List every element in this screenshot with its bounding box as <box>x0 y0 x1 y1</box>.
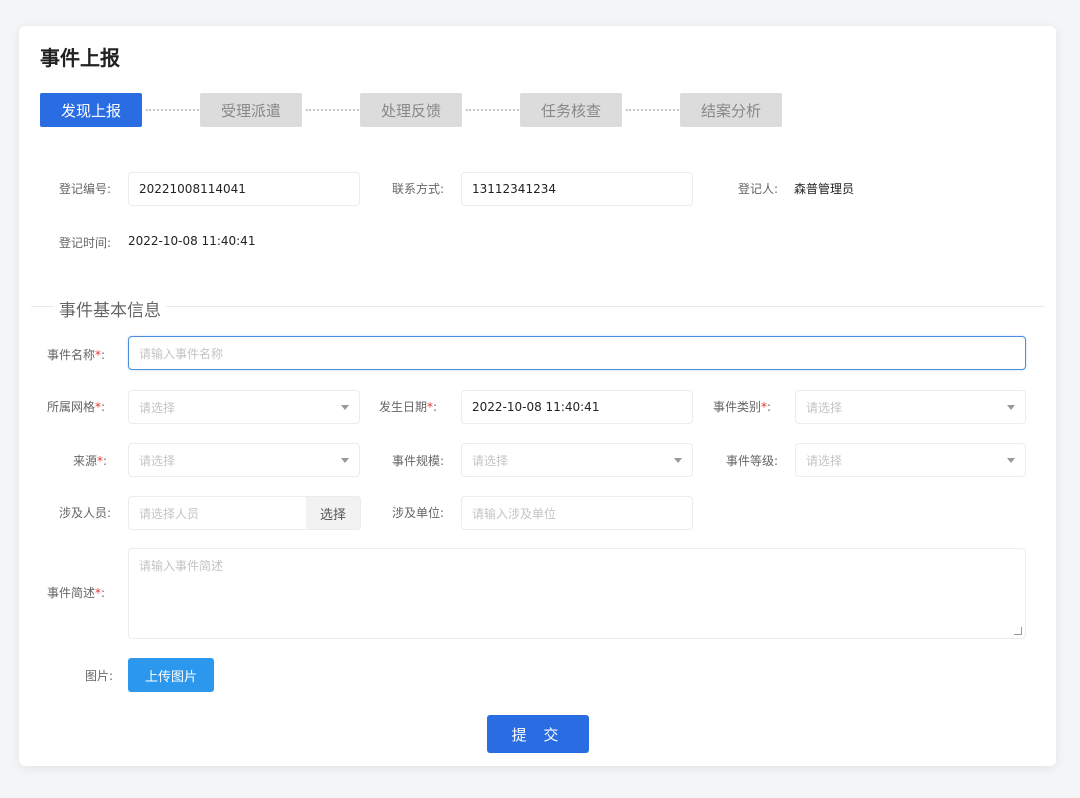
event-name-input[interactable]: 请输入事件名称 <box>128 336 1026 370</box>
scale-label: 事件规模: <box>392 454 445 468</box>
category-select[interactable]: 请选择 <box>795 390 1026 424</box>
section-title: 事件基本信息 <box>54 296 166 321</box>
upload-image-button[interactable]: 上传图片 <box>128 658 214 692</box>
chevron-down-icon <box>341 405 349 410</box>
contact-value: 13112341234 <box>472 182 556 196</box>
level-label: 事件等级: <box>726 454 779 468</box>
step-verify[interactable]: 任务核查 <box>520 93 622 127</box>
unit-label: 涉及单位: <box>392 506 445 520</box>
chevron-down-icon <box>1007 458 1015 463</box>
submit-button[interactable]: 提 交 <box>487 715 589 753</box>
event-name-label: 事件名称*: <box>47 348 106 362</box>
step-connector <box>626 109 679 111</box>
grid-select[interactable]: 请选择 <box>128 390 360 424</box>
register-number-field: 20221008114041 <box>128 172 360 206</box>
step-close-analysis[interactable]: 结案分析 <box>680 93 782 127</box>
grid-label: 所属网格*: <box>47 400 106 414</box>
section-divider <box>31 306 1044 307</box>
contact-field: 13112341234 <box>461 172 693 206</box>
registrant-value: 森普管理员 <box>794 182 855 196</box>
step-connector <box>146 109 199 111</box>
event-report-card: 事件上报 发现上报 受理派遣 处理反馈 任务核查 结案分析 登记编号: 2022… <box>19 26 1056 766</box>
description-textarea[interactable]: 请输入事件简述 <box>128 548 1026 639</box>
registrant-label: 登记人: <box>738 182 779 196</box>
resize-handle-icon[interactable] <box>1014 627 1022 635</box>
scale-select[interactable]: 请选择 <box>461 443 693 477</box>
date-label: 发生日期*: <box>379 400 438 414</box>
step-dispatch[interactable]: 受理派遣 <box>200 93 302 127</box>
unit-input[interactable]: 请输入涉及单位 <box>461 496 693 530</box>
step-feedback[interactable]: 处理反馈 <box>360 93 462 127</box>
source-select[interactable]: 请选择 <box>128 443 360 477</box>
level-select[interactable]: 请选择 <box>795 443 1026 477</box>
select-people-button[interactable]: 选择 <box>306 496 361 530</box>
step-connector <box>466 109 519 111</box>
category-label: 事件类别*: <box>713 400 772 414</box>
register-time-value: 2022-10-08 11:40:41 <box>128 234 256 248</box>
step-discover-report[interactable]: 发现上报 <box>40 93 142 127</box>
people-label: 涉及人员: <box>59 506 112 520</box>
description-label: 事件简述*: <box>47 586 106 600</box>
register-time-label: 登记时间: <box>59 236 112 250</box>
people-input[interactable]: 请选择人员 <box>128 496 307 530</box>
chevron-down-icon <box>674 458 682 463</box>
image-label: 图片: <box>85 669 114 683</box>
source-label: 来源*: <box>73 454 108 468</box>
date-picker[interactable]: 2022-10-08 11:40:41 <box>461 390 693 424</box>
chevron-down-icon <box>341 458 349 463</box>
page-title: 事件上报 <box>40 46 120 70</box>
step-connector <box>306 109 359 111</box>
register-number-label: 登记编号: <box>59 182 112 196</box>
contact-label: 联系方式: <box>392 182 445 196</box>
chevron-down-icon <box>1007 405 1015 410</box>
register-number-value: 20221008114041 <box>139 182 246 196</box>
